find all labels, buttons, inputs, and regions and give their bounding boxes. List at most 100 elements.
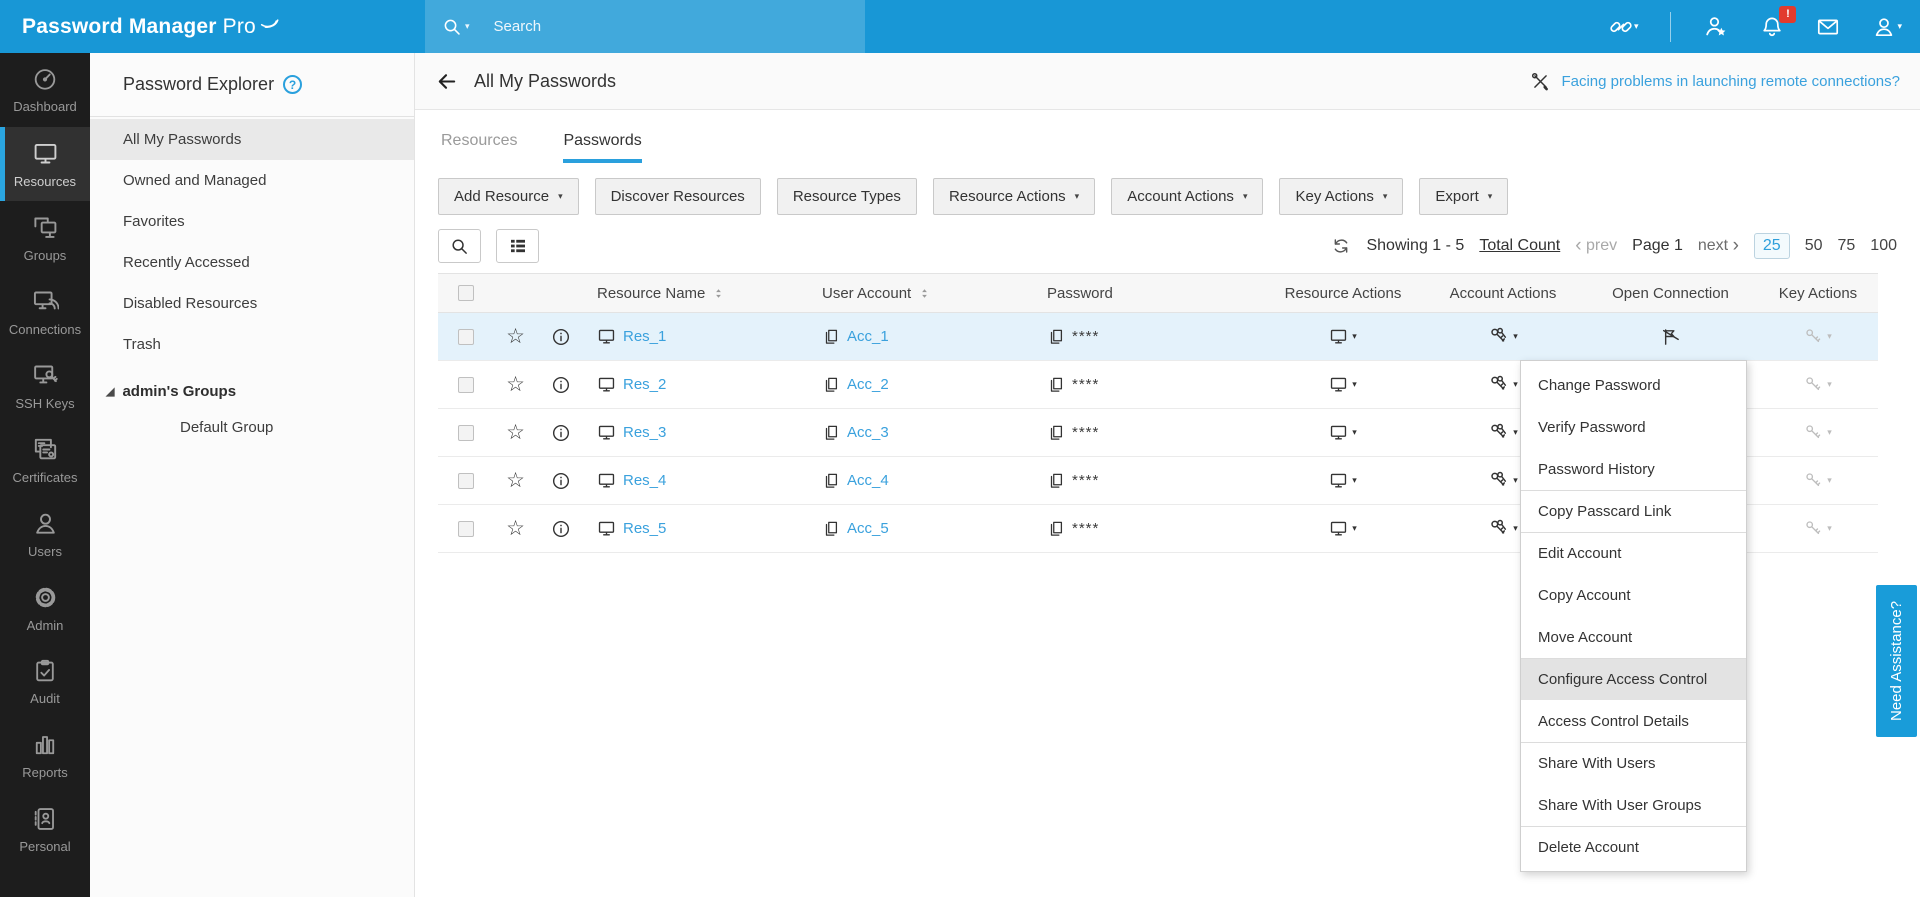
back-icon[interactable] [435, 70, 458, 93]
sidebar-item-groups[interactable]: Groups [0, 201, 90, 275]
sidebar-item-ssh-keys[interactable]: SSH Keys [0, 349, 90, 423]
notifications-icon[interactable]: ! [1760, 5, 1797, 39]
menu-item-copy-passcard-link[interactable]: Copy Passcard Link [1521, 490, 1746, 532]
menu-item-copy-account[interactable]: Copy Account [1521, 574, 1746, 616]
account-actions-menu[interactable]: ▾ [1488, 518, 1518, 539]
key-actions-menu[interactable]: ▾ [1804, 375, 1832, 394]
tab-passwords[interactable]: Passwords [563, 132, 642, 163]
copy-password-icon[interactable] [1047, 376, 1065, 394]
menu-item-configure-access-control[interactable]: Configure Access Control [1521, 658, 1746, 700]
menu-item-move-account[interactable]: Move Account [1521, 616, 1746, 658]
explorer-item-default-group[interactable]: Default Group [90, 409, 414, 445]
table-search-button[interactable] [438, 229, 481, 263]
account-link[interactable]: Acc_1 [847, 328, 889, 345]
resource-link[interactable]: Res_5 [623, 520, 666, 537]
remote-connection-help-link[interactable]: Facing problems in launching remote conn… [1530, 71, 1900, 92]
menu-item-share-with-users[interactable]: Share With Users [1521, 742, 1746, 784]
copy-icon[interactable] [822, 328, 840, 346]
export-button[interactable]: Export ▾ [1419, 178, 1509, 215]
next-page-button[interactable]: next › [1698, 236, 1739, 255]
resource-actions-menu[interactable]: ▾ [1329, 471, 1357, 490]
resource-link[interactable]: Res_3 [623, 424, 666, 441]
account-link[interactable]: Acc_4 [847, 472, 889, 489]
account-actions-menu[interactable]: ▾ [1488, 422, 1518, 443]
sidebar-item-dashboard[interactable]: Dashboard [0, 53, 90, 127]
copy-icon[interactable] [822, 376, 840, 394]
page-size-25[interactable]: 25 [1753, 233, 1790, 259]
menu-item-change-password[interactable]: Change Password [1521, 364, 1746, 406]
row-checkbox[interactable] [457, 328, 474, 345]
key-actions-menu[interactable]: ▾ [1804, 423, 1832, 442]
copy-icon[interactable] [822, 424, 840, 442]
resource-actions-menu[interactable]: ▾ [1329, 423, 1357, 442]
row-checkbox[interactable] [457, 520, 474, 537]
explorer-item-favorites[interactable]: Favorites [90, 201, 414, 242]
copy-icon[interactable] [822, 520, 840, 538]
sidebar-item-certificates[interactable]: Certificates [0, 423, 90, 497]
resource-link[interactable]: Res_1 [623, 328, 666, 345]
account-actions-menu[interactable]: ▾ [1488, 470, 1518, 491]
sidebar-item-admin[interactable]: Admin [0, 571, 90, 645]
key-actions-button[interactable]: Key Actions ▾ [1279, 178, 1404, 215]
masked-password[interactable]: **** [1072, 376, 1099, 393]
account-actions-menu[interactable]: ▾ [1488, 374, 1518, 395]
sidebar-item-users[interactable]: Users [0, 497, 90, 571]
info-icon[interactable] [551, 519, 571, 539]
sidebar-item-personal[interactable]: Personal [0, 793, 90, 867]
info-icon[interactable] [551, 471, 571, 491]
copy-password-icon[interactable] [1047, 328, 1065, 346]
account-link[interactable]: Acc_5 [847, 520, 889, 537]
favorite-star-icon[interactable]: ☆ [506, 326, 525, 347]
info-icon[interactable] [551, 423, 571, 443]
prev-page-button[interactable]: ‹ prev [1575, 236, 1617, 255]
resource-actions-menu[interactable]: ▾ [1329, 375, 1357, 394]
menu-item-delete-account[interactable]: Delete Account [1521, 826, 1746, 868]
key-actions-menu[interactable]: ▾ [1804, 471, 1832, 490]
select-all-checkbox[interactable] [457, 285, 474, 301]
favorite-star-icon[interactable]: ☆ [506, 374, 525, 395]
menu-item-verify-password[interactable]: Verify Password [1521, 406, 1746, 448]
explorer-item-disabled-resources[interactable]: Disabled Resources [90, 283, 414, 324]
menu-item-access-control-details[interactable]: Access Control Details [1521, 700, 1746, 742]
add-resource-button[interactable]: Add Resource ▾ [438, 178, 579, 215]
explorer-item-trash[interactable]: Trash [90, 324, 414, 365]
tab-resources[interactable]: Resources [441, 132, 517, 163]
help-icon[interactable]: ? [283, 75, 303, 94]
copy-password-icon[interactable] [1047, 424, 1065, 442]
masked-password[interactable]: **** [1072, 520, 1099, 537]
column-chooser-button[interactable] [496, 229, 539, 263]
account-link[interactable]: Acc_2 [847, 376, 889, 393]
sidebar-item-resources[interactable]: Resources [0, 127, 90, 201]
resource-actions-button[interactable]: Resource Actions ▾ [932, 178, 1096, 215]
sort-icon[interactable] [711, 286, 726, 301]
resource-actions-menu[interactable]: ▾ [1329, 327, 1357, 346]
masked-password[interactable]: **** [1072, 424, 1099, 441]
masked-password[interactable]: **** [1072, 328, 1099, 345]
sidebar-item-audit[interactable]: Audit [0, 645, 90, 719]
discover-resources-button[interactable]: Discover Resources [594, 178, 761, 215]
row-checkbox[interactable] [457, 424, 474, 441]
key-actions-menu[interactable]: ▾ [1804, 519, 1832, 538]
page-size-75[interactable]: 75 [1838, 237, 1856, 255]
resource-actions-menu[interactable]: ▾ [1329, 519, 1357, 538]
sort-icon[interactable] [917, 286, 932, 301]
info-icon[interactable] [551, 327, 571, 347]
copy-icon[interactable] [822, 472, 840, 490]
sidebar-item-connections[interactable]: Connections [0, 275, 90, 349]
search-scope-caret-icon[interactable]: ▾ [465, 21, 470, 32]
quick-connect-icon[interactable]: ▾ [1609, 15, 1638, 39]
page-size-100[interactable]: 100 [1870, 237, 1897, 255]
copy-password-icon[interactable] [1047, 472, 1065, 490]
explorer-item-recently-accessed[interactable]: Recently Accessed [90, 242, 414, 283]
row-checkbox[interactable] [457, 472, 474, 489]
menu-item-share-with-user-groups[interactable]: Share With User Groups [1521, 784, 1746, 826]
account-link[interactable]: Acc_3 [847, 424, 889, 441]
sidebar-item-reports[interactable]: Reports [0, 719, 90, 793]
refresh-icon[interactable] [1331, 236, 1351, 256]
copy-password-icon[interactable] [1047, 520, 1065, 538]
favorite-star-icon[interactable]: ☆ [506, 518, 525, 539]
explorer-item-owned-and-managed[interactable]: Owned and Managed [90, 160, 414, 201]
masked-password[interactable]: **** [1072, 472, 1099, 489]
key-actions-menu[interactable]: ▾ [1804, 327, 1832, 346]
favorite-star-icon[interactable]: ☆ [506, 470, 525, 491]
